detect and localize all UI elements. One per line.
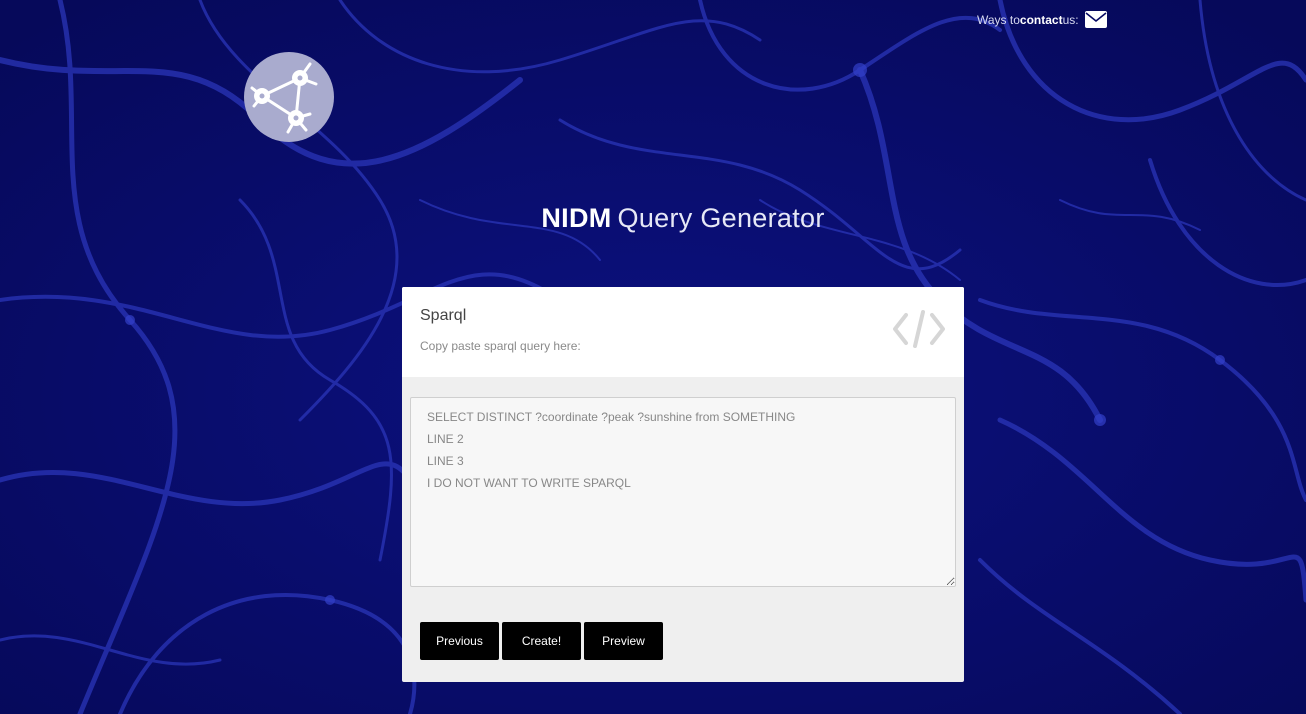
panel-subtitle: Copy paste sparql query here: (420, 339, 581, 353)
page-title-strong: NIDM (541, 203, 612, 233)
previous-button[interactable]: Previous (420, 622, 499, 660)
panel-title: Sparql (420, 307, 467, 324)
code-brackets-icon (893, 310, 945, 348)
sparql-panel: Sparql Copy paste sparql query here: SEL… (402, 287, 964, 682)
page-title-light: Query Generator (617, 203, 825, 233)
contact-line: Ways to contact us: (977, 11, 1107, 28)
preview-button[interactable]: Preview (584, 622, 663, 660)
contact-suffix: us: (1062, 12, 1079, 27)
neuron-network-logo-icon[interactable] (244, 52, 334, 142)
panel-actions: Previous Create! Preview (420, 622, 663, 660)
contact-link[interactable]: contact (1020, 13, 1063, 27)
sparql-query-input[interactable]: SELECT DISTINCT ?coordinate ?peak ?sunsh… (410, 397, 956, 587)
panel-header: Sparql Copy paste sparql query here: (402, 287, 964, 377)
envelope-icon[interactable] (1084, 11, 1107, 28)
contact-prefix: Ways to (977, 12, 1020, 27)
page-title: NIDM Query Generator (0, 203, 1306, 234)
create-button[interactable]: Create! (502, 622, 581, 660)
